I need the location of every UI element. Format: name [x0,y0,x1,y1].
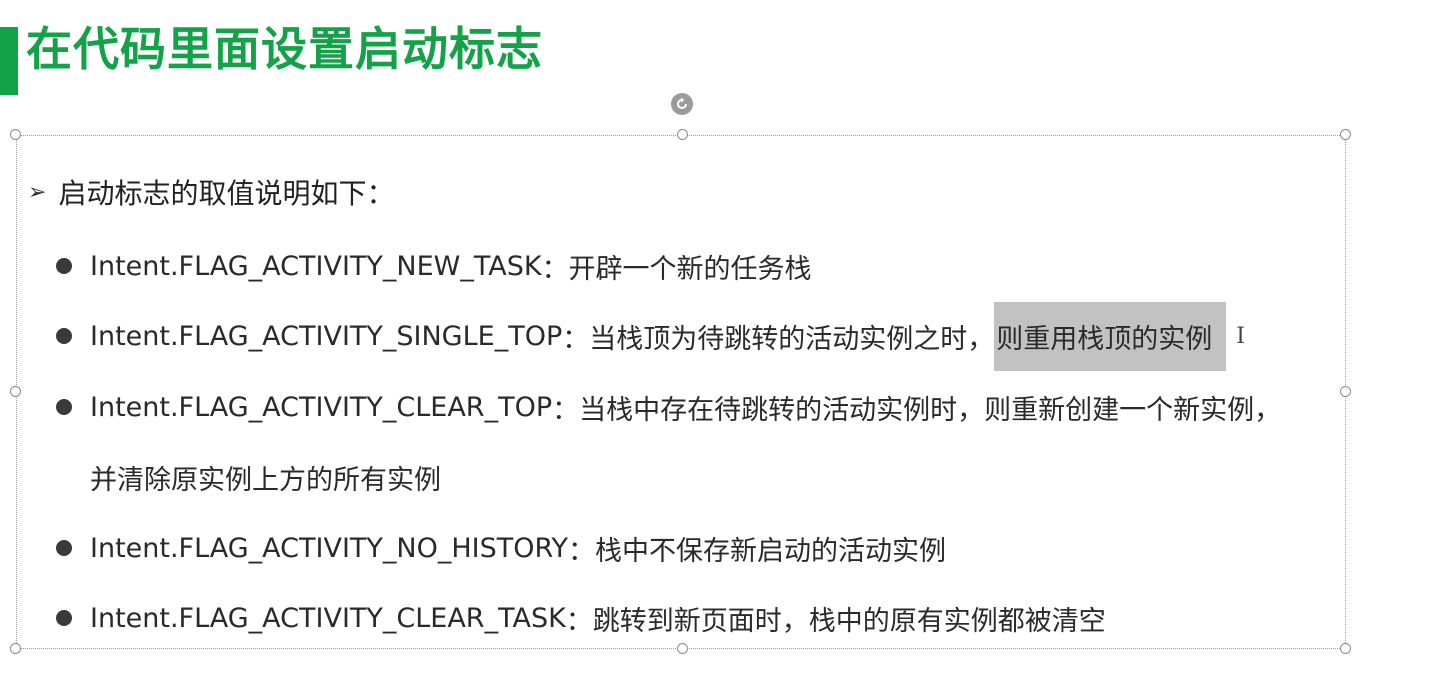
list-item: Intent.FLAG_ACTIVITY_CLEAR_TOP ：当栈中存在待跳转… [56,387,1281,427]
flag-name: Intent.FLAG_ACTIVITY_NO_HISTORY [90,532,569,564]
flag-name: Intent.FLAG_ACTIVITY_CLEAR_TOP [90,391,553,423]
list-item: Intent.FLAG_ACTIVITY_NO_HISTORY ：栈中不保存新启… [56,528,946,568]
flag-name: Intent.FLAG_ACTIVITY_NEW_TASK [90,250,542,282]
section-heading: ➢ 启动标志的取值说明如下： [28,172,394,212]
flag-description: ：当栈顶为待跳转的活动实例之时， [562,323,995,355]
flag-description: ：跳转到新页面时，栈中的原有实例都被清空 [565,605,1106,637]
bullet-icon [56,610,72,626]
resize-handle-bottom-right[interactable] [1340,643,1351,654]
list-item: Intent.FLAG_ACTIVITY_CLEAR_TASK ：跳转到新页面时… [56,598,1106,638]
flag-description: ：当栈中存在待跳转的活动实例时，则重新创建一个新实例， [552,394,1282,426]
list-item: Intent.FLAG_ACTIVITY_SINGLE_TOP ：当栈顶为待跳转… [56,301,1245,371]
resize-handle-top-left[interactable] [10,129,21,140]
selected-text-highlight[interactable]: 则重用栈顶的实例 [994,301,1227,371]
resize-handle-right[interactable] [1340,386,1351,397]
rotate-handle-icon[interactable] [671,93,693,115]
flag-description: ：开辟一个新的任务栈 [541,253,812,285]
flag-description: ：栈中不保存新启动的活动实例 [568,535,947,567]
resize-handle-bottom[interactable] [677,643,688,654]
resize-handle-left[interactable] [10,386,21,397]
bullet-icon [56,328,72,344]
bullet-icon [56,540,72,556]
bullet-icon [56,399,72,415]
title-accent-bar [0,27,18,95]
slide-title: 在代码里面设置启动标志 [26,22,543,76]
list-item-continuation: 并清除原实例上方的所有实例 [90,464,441,496]
list-item: Intent.FLAG_ACTIVITY_NEW_TASK ：开辟一个新的任务栈 [56,246,812,286]
arrow-right-icon: ➢ [28,179,47,205]
flag-name: Intent.FLAG_ACTIVITY_CLEAR_TASK [90,602,566,634]
resize-handle-top-right[interactable] [1340,129,1351,140]
resize-handle-top[interactable] [677,129,688,140]
text-cursor-icon: I [1236,323,1245,349]
resize-handle-bottom-left[interactable] [10,643,21,654]
flag-name: Intent.FLAG_ACTIVITY_SINGLE_TOP [90,320,563,352]
bullet-icon [56,258,72,274]
section-heading-text: 启动标志的取值说明如下： [58,177,395,210]
